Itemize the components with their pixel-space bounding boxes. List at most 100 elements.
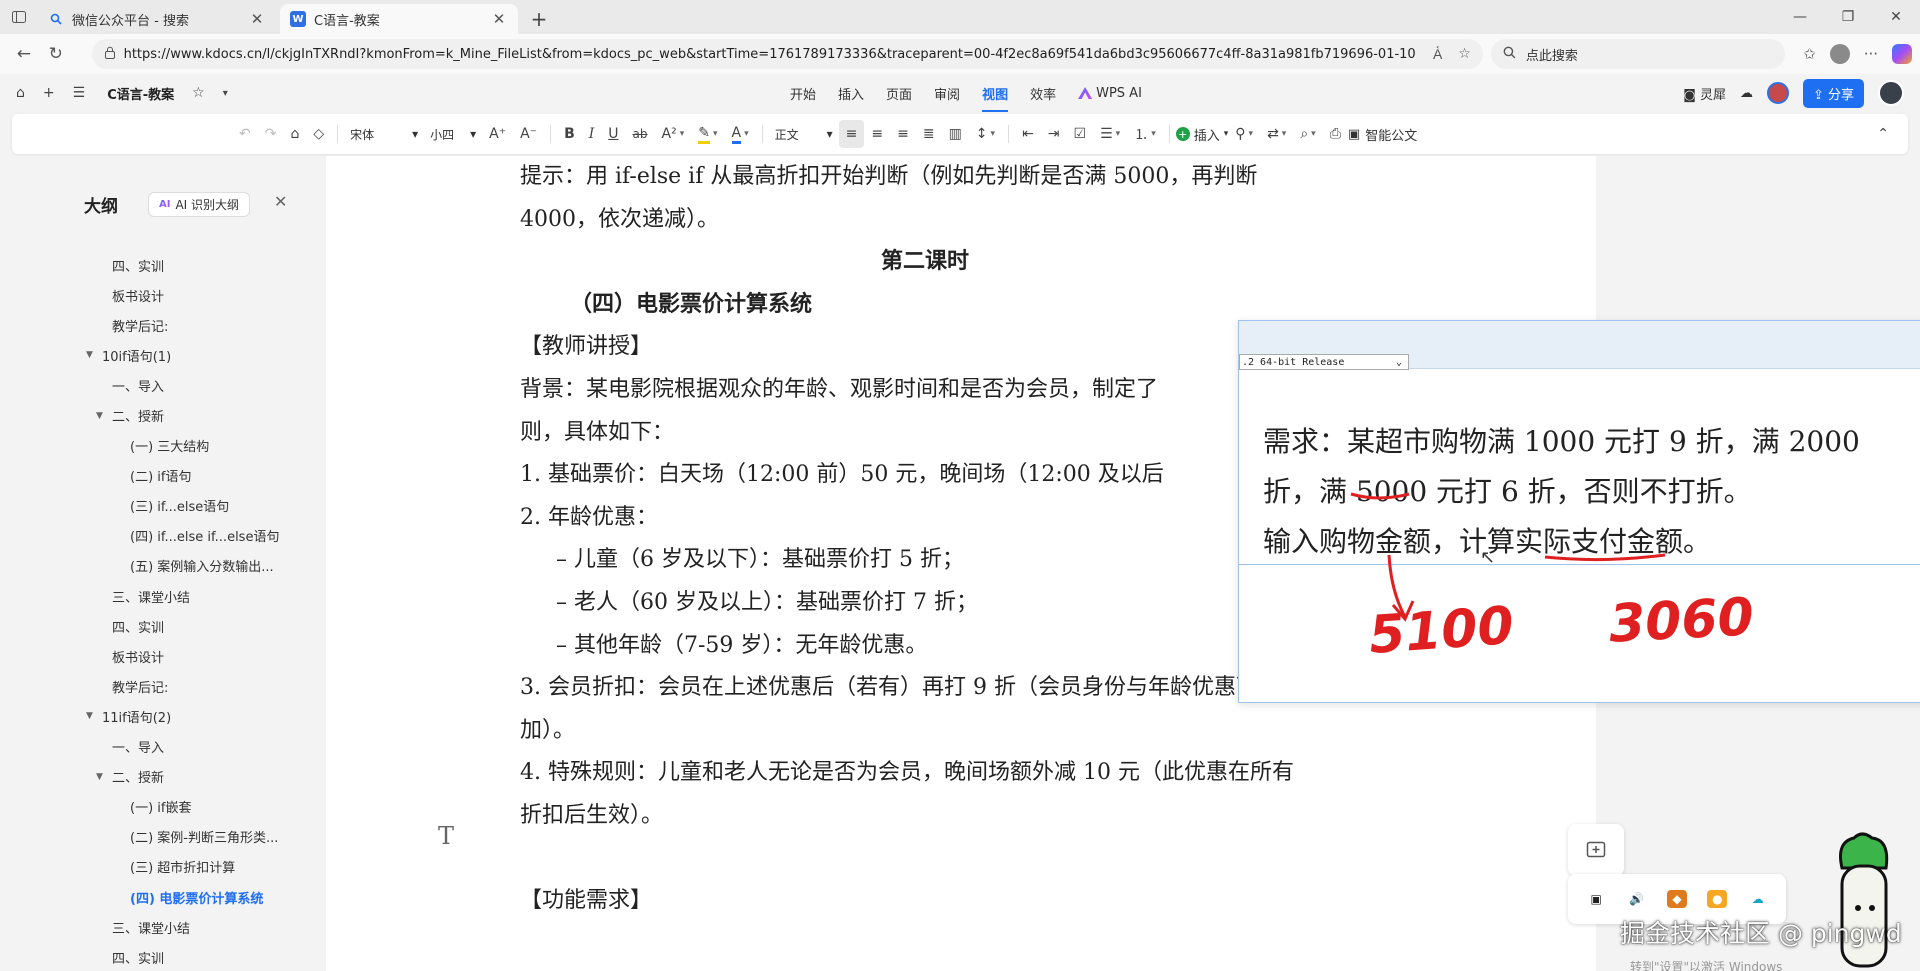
highlight-icon[interactable]: ✎ ▾ — [691, 120, 724, 148]
outline-item[interactable]: 四、实训 — [0, 611, 324, 641]
undo-icon[interactable]: ↶ — [232, 120, 258, 148]
outline-item[interactable]: (五) 案例输入分数输出... — [0, 551, 324, 581]
strikethrough-icon[interactable]: ab — [626, 120, 655, 148]
outline-item[interactable]: (二) 案例-判断三角形类... — [0, 822, 324, 852]
eraser-icon[interactable]: ◇ — [306, 120, 331, 148]
bold-icon[interactable]: B — [557, 120, 582, 148]
more-icon[interactable]: ··· — [1864, 45, 1878, 63]
app-icon[interactable]: ◆ — [1666, 890, 1687, 908]
outline-item[interactable]: 一、导入 — [0, 732, 324, 762]
lingxi-button[interactable]: ◙ 灵犀 — [1683, 84, 1726, 103]
font-size-select[interactable]: 小四 ▾ — [424, 126, 482, 143]
outline-item[interactable]: ▼ 11if语句(2) — [0, 701, 324, 731]
outline-item[interactable]: 四、实训 — [0, 250, 324, 280]
tab-insert[interactable]: 插入 — [838, 84, 864, 103]
outline-item[interactable]: ▼ 二、授新 — [0, 762, 324, 792]
outline-item[interactable]: 一、导入 — [0, 370, 324, 400]
profile-avatar[interactable] — [1829, 44, 1850, 64]
numbered-list-icon[interactable]: ⒈ ▾ — [1127, 120, 1163, 148]
format-painter-icon[interactable]: ⌂ — [283, 120, 306, 148]
outline-item[interactable]: 板书设计 — [0, 280, 324, 310]
outline-item[interactable]: 三、课堂小结 — [0, 912, 324, 942]
redo-icon[interactable]: ↷ — [258, 120, 284, 148]
outline-item[interactable]: 四、实训 — [0, 942, 324, 971]
bullet-list-icon[interactable]: ☰ ▾ — [1093, 120, 1127, 148]
url-field[interactable]: https://www.kdocs.cn/l/ckjgInTXRndI?kmon… — [91, 39, 1483, 69]
restore-icon[interactable]: ❐ — [1824, 0, 1872, 34]
ai-outline-button[interactable]: AI AI 识别大纲 — [148, 192, 251, 217]
align-left-icon[interactable]: ≡ — [838, 120, 865, 148]
print-icon[interactable]: ⎙ — [1323, 120, 1348, 148]
close-icon[interactable]: ✕ — [248, 10, 266, 28]
tab-wechat-search[interactable]: 微信公众平台 - 搜索 ✕ — [38, 4, 276, 34]
collaborator-avatar[interactable] — [1766, 82, 1789, 104]
justify-icon[interactable]: ≣ — [916, 120, 942, 148]
outdent-icon[interactable]: ⇤ — [1015, 120, 1041, 148]
align-center-icon[interactable]: ≡ — [864, 120, 890, 148]
favorite-star-icon[interactable]: ☆ — [1458, 46, 1471, 63]
copilot-icon[interactable] — [1892, 44, 1912, 64]
superscript-icon[interactable]: A² ▾ — [655, 120, 692, 148]
search-icon[interactable]: ⌕ ▾ — [1293, 120, 1322, 148]
tab-actions-icon[interactable] — [0, 0, 38, 34]
outline-item[interactable]: 三、课堂小结 — [0, 581, 324, 611]
outline-item[interactable]: (四) if...else if...else语句 — [0, 521, 324, 551]
outline-item[interactable]: (三) 超市折扣计算 — [0, 852, 324, 882]
underline-icon[interactable]: U — [601, 120, 625, 148]
window-close-icon[interactable]: ✕ — [1872, 0, 1920, 34]
tab-page[interactable]: 页面 — [886, 84, 912, 103]
favorites-icon[interactable]: ✩ — [1803, 45, 1816, 63]
font-color-icon[interactable]: A ▾ — [725, 120, 756, 148]
tab-wps-ai[interactable]: WPS AI — [1078, 84, 1142, 103]
find-replace-icon[interactable]: ⚲ ▾ — [1228, 120, 1260, 148]
collapse-toolbar-icon[interactable]: ⌃ — [1870, 120, 1896, 148]
italic-icon[interactable]: I — [582, 120, 602, 148]
translate-icon[interactable]: ⇄ ▾ — [1260, 120, 1293, 148]
read-aloud-icon[interactable]: A᷾ — [1433, 46, 1442, 63]
outline-item[interactable]: (三) if...else语句 — [0, 491, 324, 521]
outline-item[interactable]: 教学后记: — [0, 310, 324, 340]
tab-start[interactable]: 开始 — [790, 84, 816, 103]
outline-item[interactable]: ▼ 10if语句(1) — [0, 340, 324, 370]
share-button[interactable]: ⇪ 分享 — [1802, 78, 1864, 108]
bookmark-icon[interactable]: ▣ — [1586, 890, 1606, 908]
tab-review[interactable]: 审阅 — [934, 84, 960, 103]
outline-item[interactable]: 教学后记: — [0, 671, 324, 701]
volume-icon[interactable]: 🔊 — [1627, 890, 1647, 908]
cloud-icon[interactable]: ☁ — [1748, 890, 1768, 908]
menu-icon[interactable]: ☰ — [73, 85, 86, 101]
indent-icon[interactable]: ⇥ — [1041, 120, 1067, 148]
add-icon[interactable]: + — [43, 85, 55, 101]
reload-icon[interactable]: ↻ — [40, 38, 72, 70]
increase-font-icon[interactable]: A⁺ — [482, 120, 513, 148]
outline-item[interactable]: 板书设计 — [0, 641, 324, 671]
user-avatar[interactable] — [1878, 80, 1904, 106]
decrease-font-icon[interactable]: A⁻ — [513, 120, 544, 148]
outline-item-active[interactable]: (四) 电影票价计算系统 — [0, 882, 324, 912]
search-input[interactable]: 点此搜索 — [1490, 39, 1786, 69]
back-icon[interactable]: ← — [8, 38, 40, 70]
close-icon[interactable]: ✕ — [490, 10, 508, 28]
distributed-icon[interactable]: ▥ — [942, 120, 969, 148]
new-tab-button[interactable]: + — [522, 4, 556, 34]
home-icon[interactable]: ⌂ — [16, 85, 25, 101]
line-spacing-icon[interactable]: ↕ ▾ — [969, 120, 1002, 148]
tab-c-lesson[interactable]: W C语言-教案 ✕ — [280, 4, 518, 34]
align-right-icon[interactable]: ≡ — [890, 120, 916, 148]
checkbox-list-icon[interactable]: ☑ — [1067, 120, 1094, 148]
outline-item[interactable]: (二) if语句 — [0, 461, 324, 491]
app-icon[interactable]: ● — [1707, 890, 1728, 908]
star-icon[interactable]: ☆ — [192, 85, 205, 101]
add-comment-button[interactable] — [1568, 824, 1624, 876]
smart-doc-button[interactable]: ▣ 智能公文 — [1348, 125, 1417, 144]
insert-button[interactable]: + 插入 ▾ — [1175, 125, 1228, 144]
tab-view[interactable]: 视图 — [982, 84, 1009, 112]
paragraph-style-select[interactable]: 正文 ▾ — [769, 126, 839, 143]
minimize-icon[interactable]: — — [1776, 0, 1824, 34]
close-icon[interactable]: ✕ — [274, 192, 287, 211]
doc-title[interactable]: C语言-教案 — [107, 84, 174, 103]
outline-item[interactable]: (一) if嵌套 — [0, 792, 324, 822]
tab-efficiency[interactable]: 效率 — [1030, 84, 1056, 103]
outline-item[interactable]: (一) 三大结构 — [0, 431, 324, 461]
font-family-select[interactable]: 宋体 ▾ — [344, 126, 424, 143]
